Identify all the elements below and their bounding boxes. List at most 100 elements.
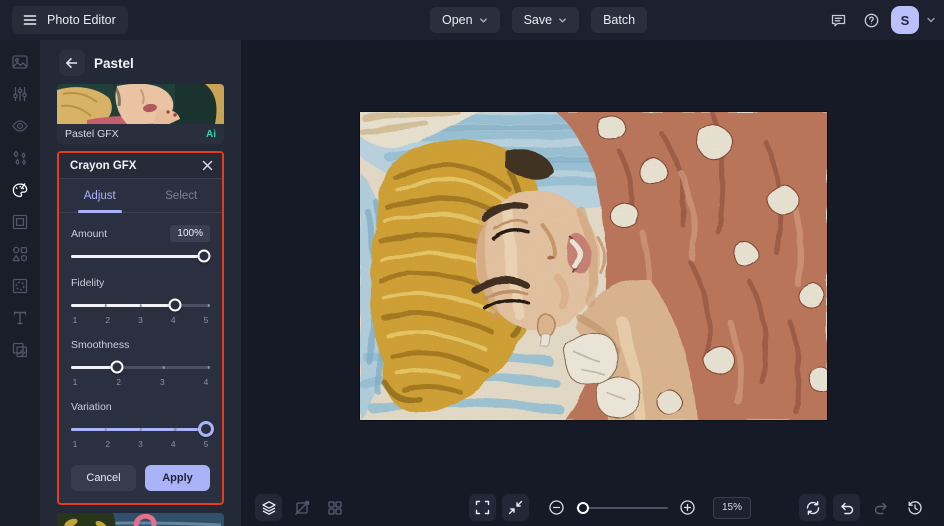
chat-icon	[831, 14, 845, 26]
apply-button[interactable]: Apply	[145, 465, 210, 491]
grid-view-button[interactable]	[321, 494, 348, 521]
top-bar: Photo Editor Open Save Batch S	[0, 0, 944, 40]
panel-header: Pastel	[59, 50, 241, 76]
sidebar-item-textures[interactable]	[11, 341, 29, 359]
help-button[interactable]	[858, 7, 884, 33]
zoom-out-icon	[549, 500, 564, 515]
avatar[interactable]: S	[891, 6, 919, 34]
batch-button[interactable]: Batch	[591, 7, 648, 33]
dialog-title: Crayon GFX	[70, 159, 137, 172]
account-menu-button[interactable]	[926, 15, 936, 25]
pastel-gfx-thumbnail	[57, 84, 224, 124]
effect-card-pastel-gfx[interactable]: Pastel GFX Ai	[57, 84, 224, 144]
sidebar-item-effects[interactable]	[11, 149, 29, 167]
image-icon	[12, 55, 28, 69]
graphics-shapes-icon	[12, 246, 28, 262]
fidelity-ticks: 12345	[72, 315, 209, 325]
hamburger-icon	[23, 15, 37, 25]
textures-icon	[12, 342, 28, 358]
save-button[interactable]: Save	[511, 7, 580, 33]
variation-slider-handle[interactable]	[197, 421, 214, 437]
variation-ticks: 12345	[72, 439, 209, 449]
effect-label-bar: Pastel GFX Ai	[57, 124, 224, 144]
shrink-icon	[508, 500, 523, 515]
ai-badge: Ai	[206, 128, 216, 140]
layer-tools	[255, 494, 348, 521]
sidebar-item-text[interactable]	[11, 309, 29, 327]
tool-rail	[0, 40, 40, 526]
amount-slider-handle[interactable]	[197, 249, 211, 263]
page-title: Pastel	[94, 55, 134, 71]
transform-button[interactable]	[288, 494, 315, 521]
effect-card-next[interactable]	[57, 513, 224, 526]
cancel-button[interactable]: Cancel	[71, 465, 136, 491]
refresh-button[interactable]	[799, 494, 826, 521]
history-icon	[907, 500, 922, 514]
effects-sparkle-icon	[13, 150, 26, 165]
feedback-button[interactable]	[825, 7, 851, 33]
canvas-area[interactable]	[241, 40, 944, 490]
zoom-slider-handle[interactable]	[577, 501, 590, 514]
artsy-palette-icon	[12, 182, 28, 197]
layers-button[interactable]	[255, 494, 282, 521]
open-button[interactable]: Open	[430, 7, 500, 33]
zoom-level-value[interactable]: 15%	[713, 496, 751, 519]
sidebar-item-adjust[interactable]	[11, 85, 29, 103]
smoothness-slider[interactable]	[71, 360, 210, 374]
sidebar-item-touchup[interactable]	[11, 117, 29, 135]
fit-screen-button[interactable]	[469, 494, 496, 521]
chevron-down-icon	[559, 17, 566, 23]
close-button[interactable]	[202, 160, 213, 171]
redo-icon	[874, 502, 887, 514]
undo-button[interactable]	[833, 494, 860, 521]
zoom-in-button[interactable]	[674, 494, 701, 521]
canvas-toolbar: 15%	[241, 490, 944, 526]
effects-panel: Pastel Pastel GFX Ai Crayon GFX Adjust S…	[40, 40, 241, 526]
photo-editor-app: Photo Editor Open Save Batch S Pastel Pa…	[0, 0, 944, 526]
sidebar-item-edit[interactable]	[11, 53, 29, 71]
dialog-header: Crayon GFX	[59, 153, 222, 179]
account-area: S	[825, 0, 936, 40]
main-menu-button[interactable]: Photo Editor	[12, 6, 128, 34]
zoom-tools: 15%	[469, 494, 751, 521]
smoothness-label: Smoothness	[71, 339, 130, 351]
dialog-tabs: Adjust Select	[59, 179, 222, 213]
amount-label: Amount	[71, 227, 108, 240]
overlays-icon	[12, 278, 28, 294]
touchup-eye-icon	[12, 120, 28, 132]
variation-slider[interactable]	[71, 421, 214, 437]
tab-adjust[interactable]: Adjust	[59, 179, 141, 212]
sidebar-item-frames[interactable]	[11, 213, 29, 231]
sidebar-item-artsy[interactable]	[11, 181, 29, 199]
dialog-body: Amount 100% Fidelity 12345 Smoothness 1 …	[59, 213, 222, 503]
help-icon	[864, 13, 878, 27]
zoom-slider[interactable]	[576, 501, 668, 515]
amount-slider[interactable]	[71, 249, 211, 263]
fidelity-slider-handle[interactable]	[168, 298, 182, 312]
refresh-icon	[806, 500, 819, 515]
shrink-button[interactable]	[502, 494, 529, 521]
close-icon	[202, 160, 213, 171]
zoom-out-button[interactable]	[543, 494, 570, 521]
smoothness-slider-handle[interactable]	[110, 360, 124, 374]
fidelity-label: Fidelity	[71, 277, 105, 289]
history-button[interactable]	[901, 494, 928, 521]
sidebar-item-graphics[interactable]	[11, 245, 29, 263]
grid-icon	[327, 500, 342, 515]
smoothness-ticks: 1234	[72, 377, 209, 387]
flamingo-thumbnail	[57, 513, 224, 526]
effect-name: Pastel GFX	[65, 128, 119, 140]
amount-value: 100%	[170, 225, 210, 242]
undo-icon	[840, 502, 853, 514]
redo-button[interactable]	[867, 494, 894, 521]
tab-select[interactable]: Select	[141, 179, 223, 212]
fidelity-slider[interactable]	[71, 298, 210, 312]
sidebar-item-overlays[interactable]	[11, 277, 29, 295]
arrow-left-icon	[66, 58, 78, 68]
layers-icon	[261, 500, 276, 515]
chevron-down-icon	[927, 17, 935, 23]
back-button[interactable]	[59, 50, 85, 76]
history-tools	[799, 494, 928, 521]
crayon-gfx-dialog: Crayon GFX Adjust Select Amount 100% Fid…	[57, 151, 224, 505]
text-icon	[13, 311, 27, 325]
